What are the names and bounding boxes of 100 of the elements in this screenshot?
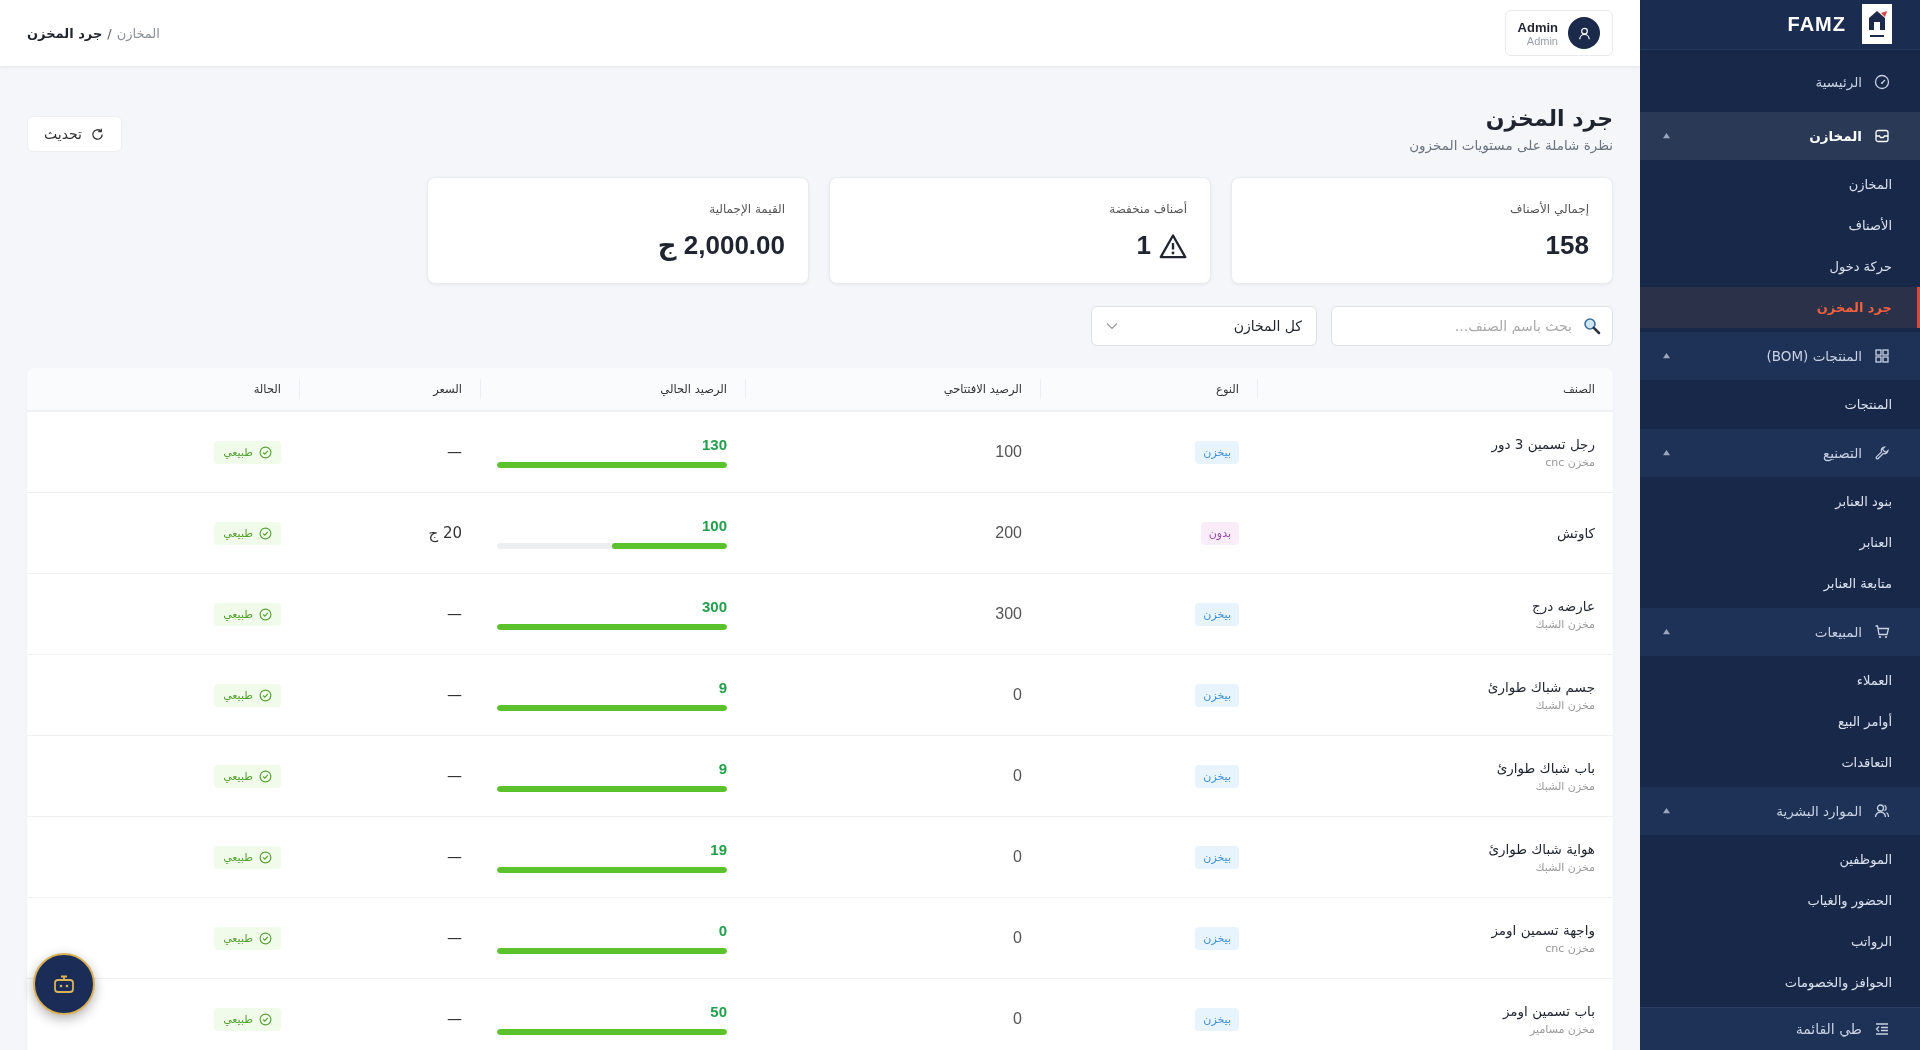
nav-subitem[interactable]: الموظفين	[1640, 838, 1920, 880]
status-label: طبيعي	[223, 607, 253, 621]
price: —	[447, 848, 462, 866]
nav-subitem[interactable]: الحوافز والخصومات	[1640, 961, 1920, 1003]
caret-icon	[1662, 352, 1671, 360]
type-badge: بيخزن	[1195, 764, 1239, 788]
price: —	[447, 443, 462, 461]
status-label: طبيعي	[223, 445, 253, 459]
nav-subitem[interactable]: المنتجات	[1640, 383, 1920, 425]
check-circle-icon	[259, 445, 272, 459]
item-name: باب شباك طوارئ	[1496, 759, 1595, 776]
item-warehouse: مخزن الشبك	[1535, 860, 1595, 874]
status-label: طبيعي	[223, 850, 253, 864]
opening-balance: 0	[1013, 1010, 1022, 1028]
check-circle-icon	[259, 526, 272, 540]
check-circle-icon	[259, 769, 272, 783]
current-balance: 100	[701, 517, 727, 534]
item-warehouse: مخزن cnc	[1545, 455, 1595, 469]
opening-balance: 200	[995, 524, 1022, 542]
search-icon	[1583, 317, 1601, 335]
user-name: Admin	[1517, 19, 1558, 35]
type-badge: بيخزن	[1195, 1007, 1239, 1031]
current-balance: 9	[718, 760, 727, 777]
caret-icon	[1662, 807, 1671, 815]
nav-group-header[interactable]: المبيعات	[1640, 607, 1920, 656]
item-warehouse: مخزن الشبك	[1535, 617, 1595, 631]
item-name: جسم شباك طوارئ	[1487, 678, 1595, 695]
type-badge: بيخزن	[1195, 845, 1239, 869]
refresh-icon	[89, 126, 105, 142]
price: —	[447, 929, 462, 947]
logo-icon	[1862, 3, 1892, 46]
nav-subitem[interactable]: بنود العنابر	[1640, 480, 1920, 522]
warehouse-dropdown[interactable]: كل المخازن	[1091, 306, 1317, 346]
type-badge: بيخزن	[1195, 683, 1239, 707]
nav-subitem[interactable]: متابعة العنابر	[1640, 562, 1920, 604]
caret-icon	[1662, 628, 1671, 636]
current-balance: 130	[701, 436, 727, 453]
page-subtitle: نظرة شاملة على مستويات المخزون	[1409, 137, 1613, 153]
nav-subitem[interactable]: المخازن	[1640, 163, 1920, 205]
nav-group-header[interactable]: المنتجات (BOM)	[1640, 331, 1920, 380]
stat-value: 1	[1136, 230, 1151, 261]
status-label: طبيعي	[223, 769, 253, 783]
stat-label: أصناف منخفضة	[1108, 202, 1187, 216]
nav-subitem[interactable]: التعاقدات	[1640, 741, 1920, 783]
item-warehouse: مخزن الشبك	[1535, 779, 1595, 793]
stat-label: إجمالي الأصناف	[1509, 202, 1589, 216]
opening-balance: 100	[995, 443, 1022, 461]
opening-balance: 0	[1013, 929, 1022, 947]
current-balance: 9	[718, 679, 727, 696]
nav-subitem[interactable]: الأصناف	[1640, 204, 1920, 246]
nav-group-header[interactable]: المخازن	[1640, 111, 1920, 160]
item-name: عارضه درج	[1532, 597, 1595, 614]
type-badge: بدون	[1200, 521, 1239, 545]
current-balance: 19	[710, 841, 727, 858]
opening-balance: 0	[1013, 686, 1022, 704]
cart-icon	[1874, 623, 1890, 640]
column-header: الرصيد الافتتاحي	[745, 379, 1040, 399]
gauge-icon	[1874, 73, 1890, 90]
status-label: طبيعي	[223, 526, 253, 540]
nav-group-header[interactable]: الموارد البشرية	[1640, 786, 1920, 835]
item-name: رجل تسمين 3 دور	[1491, 435, 1595, 452]
type-badge: بيخزن	[1195, 440, 1239, 464]
collapse-menu-button[interactable]: طي القائمة	[1640, 1006, 1920, 1050]
column-header: الصنف	[1257, 379, 1613, 399]
item-name: باب تسمين اومز	[1502, 1002, 1595, 1019]
search-field[interactable]: بحث باسم الصنف...	[1331, 306, 1613, 346]
current-balance: 0	[718, 922, 727, 939]
status-label: طبيعي	[223, 688, 253, 702]
refresh-button[interactable]: تحديث	[27, 116, 122, 152]
nav-subitem[interactable]: الحضور والغياب	[1640, 879, 1920, 921]
type-badge: بيخزن	[1195, 602, 1239, 626]
nav-subitem[interactable]: العملاء	[1640, 659, 1920, 701]
user-chip[interactable]: Admin Admin	[1504, 10, 1613, 56]
caret-icon	[1662, 132, 1671, 140]
page-title: جرد المخزن	[1484, 106, 1613, 131]
nav-subitem[interactable]: العنابر	[1640, 521, 1920, 563]
price: 20 ج	[428, 524, 462, 542]
opening-balance: 300	[995, 605, 1022, 623]
inbox-icon	[1874, 127, 1890, 144]
nav-subitem[interactable]: الرواتب	[1640, 920, 1920, 962]
column-header: السعر	[299, 379, 480, 399]
price: —	[447, 767, 462, 785]
nav-subitem[interactable]: حركة دخول	[1640, 245, 1920, 287]
stat-value: 158	[1545, 230, 1589, 261]
check-circle-icon	[259, 1012, 272, 1026]
item-warehouse: مخزن الشبك	[1535, 698, 1595, 712]
nav-subitem[interactable]: أوامر البيع	[1640, 700, 1920, 742]
check-circle-icon	[259, 688, 272, 702]
opening-balance: 0	[1013, 767, 1022, 785]
users-icon	[1874, 802, 1890, 819]
check-circle-icon	[259, 607, 272, 621]
nav-group-header[interactable]: التصنيع	[1640, 428, 1920, 477]
nav-subitem[interactable]: جرد المخزن	[1640, 286, 1920, 328]
opening-balance: 0	[1013, 848, 1022, 866]
status-label: طبيعي	[223, 1012, 253, 1026]
current-balance: 300	[701, 598, 727, 615]
status-label: طبيعي	[223, 931, 253, 945]
item-warehouse: مخزن cnc	[1545, 941, 1595, 955]
price: —	[447, 686, 462, 704]
grid-icon	[1874, 347, 1890, 364]
